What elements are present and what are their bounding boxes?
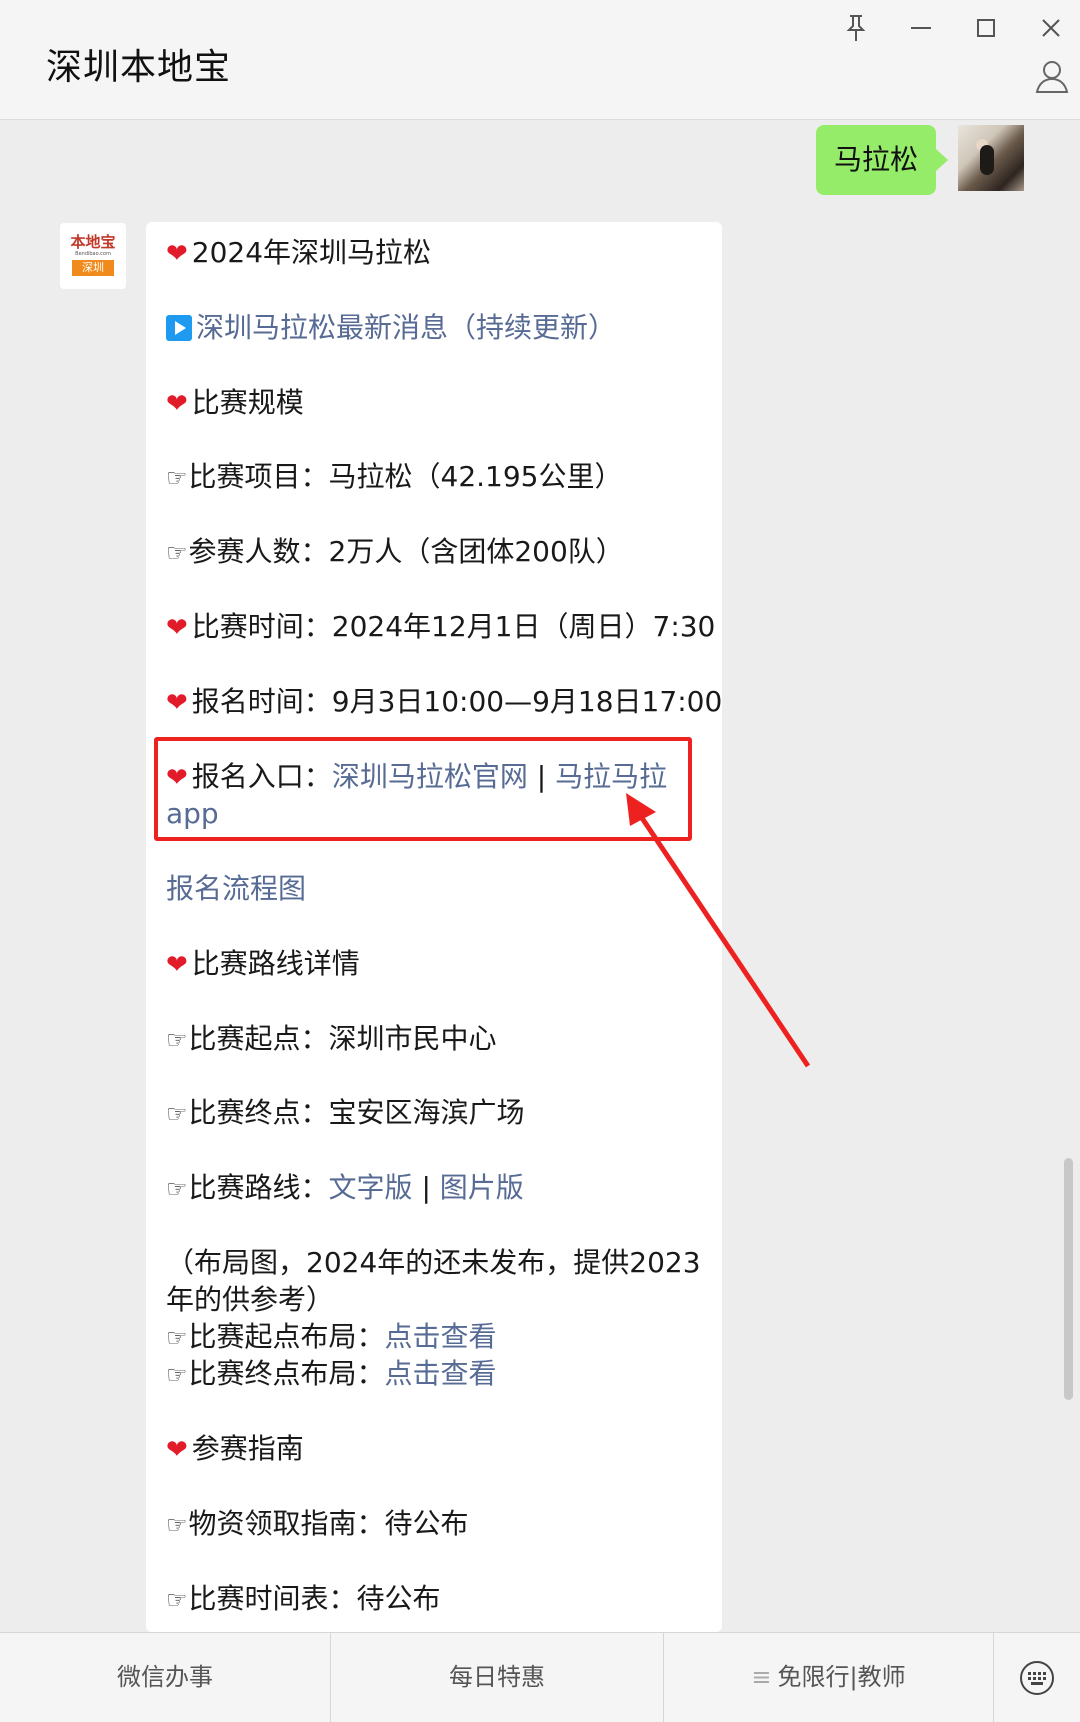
finish-layout-link[interactable]: 点击查看 <box>385 1357 497 1390</box>
route-image-link[interactable]: 图片版 <box>440 1171 524 1204</box>
start-layout-line: ☞比赛起点布局：点击查看 <box>166 1320 497 1353</box>
pointing-hand-icon: ☞ <box>166 1361 188 1389</box>
menu-free-restriction[interactable]: ≡ 免限行|教师 <box>664 1633 994 1722</box>
close-icon[interactable] <box>1033 10 1069 46</box>
pointing-hand-icon: ☞ <box>166 1026 188 1054</box>
user-message-bubble[interactable]: 马拉松 <box>816 125 948 195</box>
schedule-line: ☞比赛时间表：待公布 <box>166 1582 441 1615</box>
guide-heading: ❤ 参赛指南 <box>166 1432 304 1465</box>
heart-icon: ❤ <box>166 239 188 269</box>
profile-icon[interactable] <box>1032 56 1072 96</box>
heart-icon: ❤ <box>166 613 188 643</box>
menu-wechat-service[interactable]: 微信办事 <box>0 1633 331 1722</box>
event-item-line: ☞比赛项目：马拉松（42.195公里） <box>166 460 623 493</box>
race-time-line: ❤ 比赛时间：2024年12月1日（周日）7:30 <box>166 610 716 643</box>
scrollbar[interactable] <box>1064 1158 1073 1400</box>
heart-icon: ❤ <box>166 1435 188 1465</box>
participants-line: ☞参赛人数：2万人（含团体200队） <box>166 535 624 568</box>
official-account-avatar[interactable]: 本地宝 Bendibao.com 深圳 <box>60 223 126 289</box>
finish-point-line: ☞比赛终点：宝安区海滨广场 <box>166 1096 525 1129</box>
pointing-hand-icon: ☞ <box>166 1511 188 1539</box>
route-line: ☞比赛路线：文字版 | 图片版 <box>166 1171 524 1204</box>
layout-note: （布局图，2024年的还未发布，提供2023年的供参考） <box>166 1246 701 1316</box>
start-layout-link[interactable]: 点击查看 <box>385 1320 497 1353</box>
supplies-line: ☞物资领取指南：待公布 <box>166 1507 469 1540</box>
news-link[interactable]: 深圳马拉松最新消息（持续更新） <box>166 309 616 346</box>
play-icon <box>166 315 192 341</box>
minimize-icon[interactable] <box>903 10 939 46</box>
highlight-box <box>154 737 692 841</box>
chat-header: 深圳本地宝 <box>0 0 1080 120</box>
article-message: ❤ 2024年深圳马拉松 深圳马拉松最新消息（持续更新） ❤ 比赛规模 ☞比赛项目：… <box>146 222 722 1632</box>
logo-name: 本地宝 <box>70 233 116 251</box>
route-heading: ❤ 比赛路线详情 <box>166 947 360 980</box>
pointing-hand-icon: ☞ <box>166 1586 188 1614</box>
user-avatar[interactable] <box>958 125 1024 191</box>
avatar-figure <box>980 145 994 175</box>
pointing-hand-icon: ☞ <box>166 1175 188 1203</box>
maximize-icon[interactable] <box>968 10 1004 46</box>
signup-time-line: ❤ 报名时间：9月3日10:00—9月18日17:00 <box>166 685 722 718</box>
pin-icon[interactable] <box>838 10 874 46</box>
pointing-hand-icon: ☞ <box>166 1324 188 1352</box>
start-point-line: ☞比赛起点：深圳市民中心 <box>166 1022 497 1055</box>
logo-city: 深圳 <box>72 260 114 276</box>
bottom-menu: 微信办事 每日特惠 ≡ 免限行|教师 <box>0 1632 1080 1722</box>
pointing-hand-icon: ☞ <box>166 464 188 492</box>
page-title: 深圳本地宝 <box>46 47 232 88</box>
pointing-hand-icon: ☞ <box>166 1100 188 1128</box>
heart-icon: ❤ <box>166 950 188 980</box>
signup-flow-link[interactable]: 报名流程图 <box>166 870 306 907</box>
keyboard-icon[interactable] <box>1018 1659 1056 1697</box>
menu-daily-deals[interactable]: 每日特惠 <box>331 1633 664 1722</box>
heart-icon: ❤ <box>166 389 188 419</box>
route-text-link[interactable]: 文字版 <box>329 1171 413 1204</box>
finish-layout-line: ☞比赛终点布局：点击查看 <box>166 1357 497 1390</box>
pointing-hand-icon: ☞ <box>166 539 188 567</box>
scale-heading: ❤ 比赛规模 <box>166 386 304 419</box>
article-title-line: ❤ 2024年深圳马拉松 <box>166 236 432 269</box>
logo-site: Bendibao.com <box>75 251 111 257</box>
menu-list-icon: ≡ <box>751 1663 772 1691</box>
heart-icon: ❤ <box>166 688 188 718</box>
